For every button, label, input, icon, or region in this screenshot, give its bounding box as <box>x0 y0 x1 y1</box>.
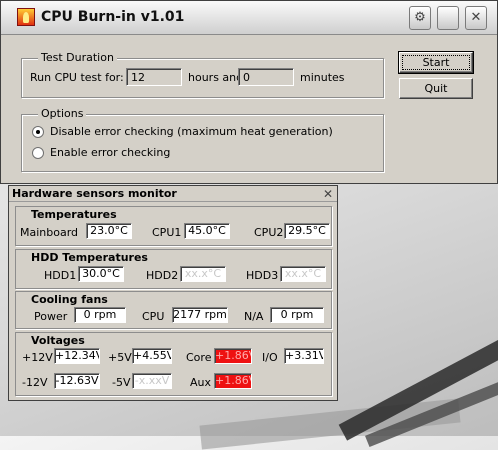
desktop-background <box>365 360 498 448</box>
plus5v-value: +4.55V <box>132 348 172 364</box>
settings-button[interactable]: ⚙ <box>409 6 431 30</box>
cooling-fans-group: Cooling fans Power 0 rpm CPU 2177 rpm N/… <box>15 291 332 329</box>
enable-error-checking-radio[interactable]: Enable error checking <box>32 146 170 159</box>
core-voltage-value: +1.86V <box>214 348 252 364</box>
io-voltage-label: I/O <box>262 351 278 364</box>
cpu1-temp-value: 45.0°C <box>184 223 230 239</box>
desktop-background <box>338 321 498 441</box>
minimize-button[interactable] <box>437 6 459 30</box>
group-caption: Options <box>38 107 87 120</box>
hours-label: hours and <box>188 71 244 84</box>
desktop-background <box>199 398 461 450</box>
na-fan-label: N/A <box>244 310 264 323</box>
na-fan-value: 0 rpm <box>270 307 324 323</box>
radio-label: Enable error checking <box>50 146 171 159</box>
cpu1-label: CPU1 <box>152 226 182 239</box>
temperatures-group: Temperatures Mainboard 23.0°C CPU1 45.0°… <box>15 206 332 246</box>
group-title: Temperatures <box>31 208 117 221</box>
plus12v-value: +12.34V <box>54 348 100 364</box>
gear-icon: ⚙ <box>414 10 426 25</box>
minus5v-value: -x.xxV <box>132 373 172 389</box>
hdd2-temp-value: xx.x°C <box>180 266 226 282</box>
minus12v-label: -12V <box>22 376 48 389</box>
power-fan-label: Power <box>34 310 68 323</box>
close-button[interactable]: ✕ <box>465 6 487 30</box>
io-voltage-value: +3.31V <box>284 348 324 364</box>
hdd1-temp-value: 30.0°C <box>78 266 124 282</box>
start-button-label: Start <box>402 55 470 70</box>
group-caption: Test Duration <box>38 51 117 64</box>
hdd1-label: HDD1 <box>44 269 77 282</box>
quit-button[interactable]: Quit <box>399 78 473 99</box>
mainboard-label: Mainboard <box>20 226 79 239</box>
options-group: Options Disable error checking (maximum … <box>21 107 384 172</box>
sensors-title-bar[interactable]: Hardware sensors monitor ✕ <box>9 186 337 202</box>
hours-input[interactable]: 12 <box>126 68 182 86</box>
minutes-input[interactable]: 0 <box>238 68 294 86</box>
run-test-label: Run CPU test for: <box>30 71 124 84</box>
hdd3-temp-value: xx.x°C <box>280 266 326 282</box>
aux-voltage-value: +1.86V <box>214 373 252 389</box>
plus5v-label: +5V <box>108 351 132 364</box>
cpu2-label: CPU2 <box>254 226 284 239</box>
disable-error-checking-radio[interactable]: Disable error checking (maximum heat gen… <box>32 125 333 138</box>
cpu2-temp-value: 29.5°C <box>284 223 330 239</box>
minus5v-label: -5V <box>112 376 131 389</box>
hdd3-label: HDD3 <box>246 269 279 282</box>
plus12v-label: +12V <box>22 351 53 364</box>
radio-selected[interactable] <box>32 125 44 138</box>
voltages-group: Voltages +12V +12.34V +5V +4.55V Core +1… <box>15 332 332 396</box>
aux-voltage-label: Aux <box>190 376 212 389</box>
hdd2-label: HDD2 <box>146 269 179 282</box>
group-title: Cooling fans <box>31 293 108 306</box>
minutes-label: minutes <box>300 71 345 84</box>
core-voltage-label: Core <box>186 351 212 364</box>
cpu-fan-label: CPU <box>142 310 165 323</box>
close-icon[interactable]: ✕ <box>323 186 333 202</box>
test-duration-group: Test Duration Run CPU test for: 12 hours… <box>21 51 384 98</box>
window-title: CPU Burn-in v1.01 <box>41 9 185 25</box>
cpu-fan-value: 2177 rpm <box>172 307 228 323</box>
radio-label: Disable error checking (maximum heat gen… <box>50 125 333 138</box>
minus12v-value: -12.63V <box>54 373 100 389</box>
sensors-title: Hardware sensors monitor <box>12 187 177 200</box>
title-bar[interactable]: CPU Burn-in v1.01 ⚙ ✕ <box>1 1 497 35</box>
power-fan-value: 0 rpm <box>74 307 126 323</box>
close-icon: ✕ <box>470 10 482 25</box>
hdd-temperatures-group: HDD Temperatures HDD1 30.0°C HDD2 xx.x°C… <box>15 249 332 289</box>
radio-unselected[interactable] <box>32 146 44 159</box>
group-title: HDD Temperatures <box>31 251 148 264</box>
main-window: CPU Burn-in v1.01 ⚙ ✕ Test Duration Run … <box>0 0 498 184</box>
mainboard-temp-value: 23.0°C <box>86 223 132 239</box>
sensors-window: Hardware sensors monitor ✕ Temperatures … <box>8 185 338 401</box>
group-title: Voltages <box>31 334 85 347</box>
flame-icon <box>17 8 35 26</box>
start-button[interactable]: Start <box>398 51 474 74</box>
